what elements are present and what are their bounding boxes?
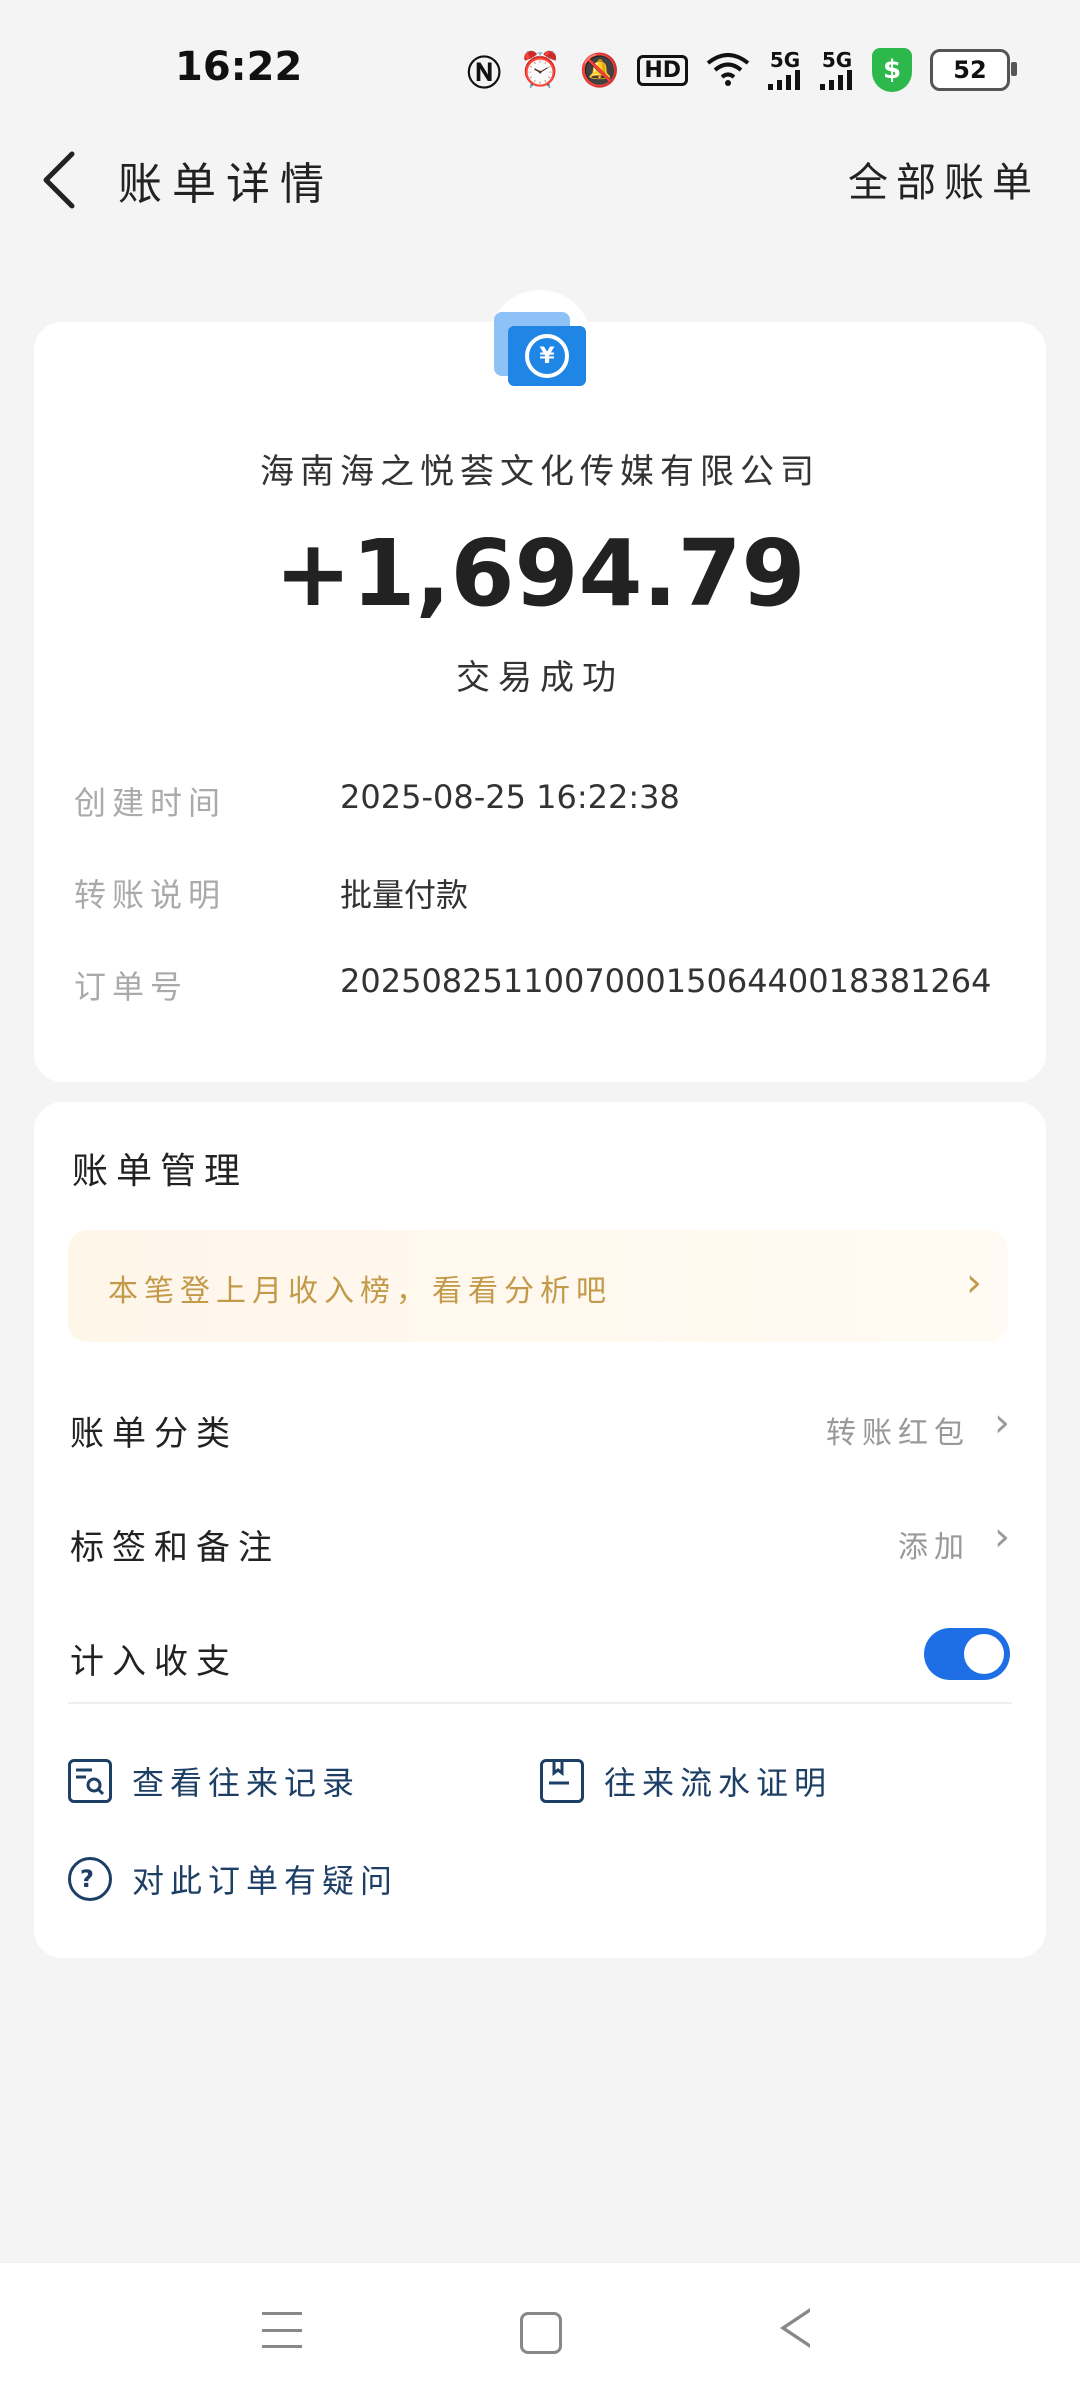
bill-category-value[interactable]: 转账红包 <box>826 1408 970 1452</box>
question-icon: ? <box>68 1857 112 1901</box>
income-ranking-banner[interactable]: 本笔登上月收入榜，看看分析吧 › <box>68 1230 1008 1342</box>
all-bills-link[interactable]: 全部账单 <box>848 150 1040 208</box>
5g-signal-icon: 5G <box>820 50 854 90</box>
created-time-value: 2025-08-25 16:22:38 <box>340 778 680 816</box>
bill-category-label[interactable]: 账单分类 <box>70 1406 238 1455</box>
flow-proof-link[interactable]: 往来流水证明 <box>540 1758 832 1804</box>
order-number-label: 订单号 <box>74 968 189 1006</box>
transfer-note-label: 转账说明 <box>74 876 227 914</box>
order-question-label: 对此订单有疑问 <box>132 1862 399 1900</box>
wifi-icon <box>706 53 750 87</box>
mute-icon: 🔕 <box>579 51 620 89</box>
alarm-icon: ⏰ <box>519 50 562 90</box>
yuan-icon: ¥ <box>525 334 569 378</box>
chevron-right-icon[interactable]: › <box>994 1400 1010 1446</box>
created-time-label: 创建时间 <box>74 784 227 822</box>
yuan-transfer-icon: ¥ <box>508 326 586 386</box>
chevron-right-icon[interactable]: › <box>994 1514 1010 1560</box>
chevron-right-icon: › <box>966 1260 982 1306</box>
transfer-note-value: 批量付款 <box>340 876 469 914</box>
status-icons: Ⓝ ⏰ 🔕 HD 5G 5G $ 52 <box>467 46 1017 94</box>
promo-text: 本笔登上月收入榜，看看分析吧 <box>108 1274 612 1309</box>
include-in-budget-toggle[interactable] <box>924 1628 1010 1680</box>
status-bar: 16:22 Ⓝ ⏰ 🔕 HD 5G 5G $ 52 <box>0 0 1080 140</box>
transaction-amount: +1,694.79 <box>274 520 806 627</box>
signal2-label: 5G <box>821 48 853 72</box>
include-in-budget-label: 计入收支 <box>70 1642 238 1682</box>
page-title: 账单详情 <box>118 159 334 210</box>
back-button[interactable] <box>40 150 80 210</box>
hd-icon: HD <box>637 54 688 86</box>
tags-notes-value[interactable]: 添加 <box>898 1522 970 1566</box>
signal1-label: 5G <box>769 48 801 72</box>
divider <box>68 1702 1012 1704</box>
security-shield-icon: $ <box>872 48 912 92</box>
battery-icon: 52 <box>930 49 1017 91</box>
status-time: 16:22 <box>175 44 303 90</box>
transaction-status: 交易成功 <box>456 658 624 698</box>
bill-management-title: 账单管理 <box>72 1151 249 1192</box>
order-question-link[interactable]: ? 对此订单有疑问 <box>68 1856 398 1902</box>
recents-menu-icon[interactable] <box>262 2312 302 2348</box>
view-records-label: 查看往来记录 <box>132 1764 361 1802</box>
tags-notes-label[interactable]: 标签和备注 <box>70 1520 280 1569</box>
document-proof-icon <box>540 1759 584 1803</box>
nfc-icon: Ⓝ <box>467 53 502 94</box>
5g-signal-icon: 5G <box>768 50 802 90</box>
records-search-icon <box>68 1759 112 1803</box>
payer-name: 海南海之悦荟文化传媒有限公司 <box>260 452 820 492</box>
toggle-knob <box>964 1634 1004 1674</box>
flow-proof-label: 往来流水证明 <box>604 1764 833 1802</box>
view-records-link[interactable]: 查看往来记录 <box>68 1758 360 1804</box>
back-arrow-icon <box>43 151 75 209</box>
order-number-value[interactable]: 20250825110070001506440018381264 <box>340 962 992 1000</box>
nav-back-triangle-icon[interactable] <box>780 2308 810 2348</box>
home-square-icon[interactable] <box>520 2312 562 2354</box>
